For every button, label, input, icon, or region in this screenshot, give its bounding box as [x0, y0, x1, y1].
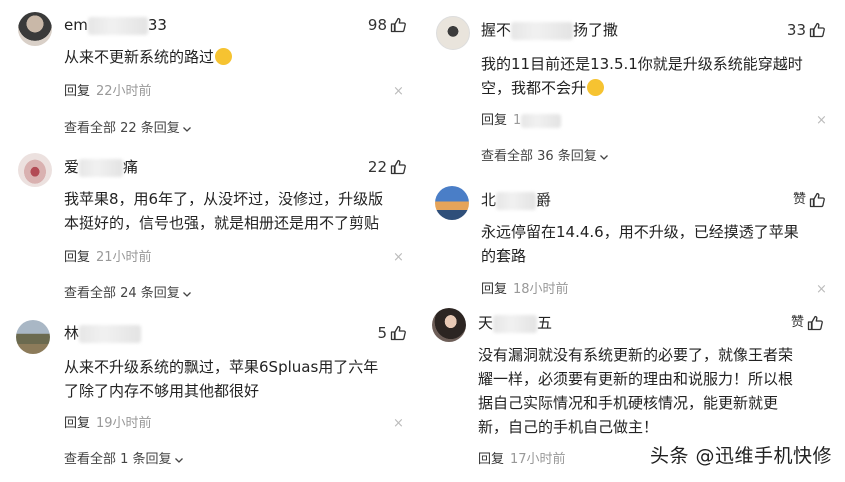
close-icon[interactable]: ×: [393, 249, 404, 267]
close-icon[interactable]: ×: [816, 112, 827, 130]
like-label: 赞: [790, 315, 804, 330]
timestamp: 22小时前: [96, 84, 152, 99]
blurred-name: [496, 191, 537, 210]
chevron-down-icon: [182, 292, 191, 297]
like-button[interactable]: 98: [368, 15, 406, 35]
comment-meta: 回复 1: [481, 112, 562, 130]
chevron-down-icon: [599, 155, 608, 160]
chevron-down-icon: [182, 127, 191, 132]
toutiao-watermark: 头条 @迅维手机快修: [649, 445, 832, 467]
comment-meta: 回复 17小时前: [478, 451, 566, 469]
laughing-emoji-icon: [215, 48, 233, 65]
like-button[interactable]: 赞: [793, 190, 825, 210]
commenter-name[interactable]: em 33: [64, 15, 167, 35]
view-all-replies-link[interactable]: 查看全部 22 条回复: [64, 120, 192, 138]
thumbs-up-icon: [807, 315, 823, 331]
close-icon[interactable]: ×: [393, 415, 404, 433]
comment-meta: 回复 22小时前: [64, 83, 152, 101]
avatar[interactable]: [18, 12, 52, 46]
thumbs-up-icon: [390, 159, 406, 175]
commenter-name[interactable]: 北爵: [481, 190, 551, 210]
like-button[interactable]: 22: [368, 157, 406, 177]
like-count: 98: [367, 16, 387, 34]
like-label: 赞: [792, 192, 806, 207]
like-count: 5: [377, 324, 387, 342]
view-all-replies-link[interactable]: 查看全部 36 条回复: [481, 148, 609, 166]
close-icon[interactable]: ×: [393, 83, 404, 101]
avatar[interactable]: [16, 320, 50, 354]
like-count: 33: [786, 21, 806, 39]
reply-button[interactable]: 回复: [64, 415, 90, 433]
comment-text: 没有漏洞就没有系统更新的必要了，就像王者荣 耀一样，必须要有更新的理由和说服力！…: [478, 346, 794, 436]
thumbs-up-icon: [390, 17, 406, 33]
commenter-name[interactable]: 握不 扬了撒: [481, 20, 618, 40]
chevron-down-icon: [174, 458, 183, 463]
avatar[interactable]: [436, 16, 470, 50]
avatar[interactable]: [435, 186, 469, 220]
comment-meta: 回复 18小时前: [481, 281, 569, 299]
like-button[interactable]: 33: [787, 20, 825, 40]
thinking-emoji-icon: [587, 79, 605, 96]
reply-button[interactable]: 回复: [64, 83, 90, 101]
close-icon[interactable]: ×: [816, 281, 827, 299]
commenter-name[interactable]: 天五: [478, 313, 552, 333]
blurred-name: [511, 21, 574, 40]
reply-button[interactable]: 回复: [64, 249, 90, 267]
like-count: 22: [367, 158, 387, 176]
reply-button[interactable]: 回复: [481, 112, 507, 130]
blurred-name: [79, 324, 142, 343]
thumbs-up-icon: [390, 325, 406, 341]
thumbs-up-icon: [809, 192, 825, 208]
like-button[interactable]: 赞: [791, 313, 823, 333]
timestamp: 18小时前: [513, 282, 569, 297]
timestamp: 19小时前: [96, 416, 152, 431]
comment-text: 从来不升级系统的飘过，苹果6Spluas用了六年 了除了内存不够用其他都很好: [64, 358, 379, 400]
comment-meta: 回复 21小时前: [64, 249, 152, 267]
blurred-name: [79, 158, 124, 177]
avatar[interactable]: [18, 153, 52, 187]
timestamp: 17小时前: [510, 452, 566, 467]
avatar[interactable]: [432, 308, 466, 342]
timestamp: 21小时前: [96, 250, 152, 265]
view-all-replies-link[interactable]: 查看全部 1 条回复: [64, 451, 184, 469]
reply-button[interactable]: 回复: [481, 281, 507, 299]
blurred-timestamp: [521, 114, 562, 128]
timestamp: 1: [513, 113, 522, 128]
commenter-name[interactable]: 林: [64, 323, 142, 343]
comment-text: 我的11目前还是13.5.1你就是升级系统能穿越时 空，我都不会升: [481, 55, 803, 97]
comment-meta: 回复 19小时前: [64, 415, 152, 433]
comment-text: 从来不更新系统的路过: [64, 45, 404, 69]
commenter-name[interactable]: 爱痛: [64, 157, 138, 177]
comment-text: 我苹果8，用6年了，从没坏过，没修过，升级版 本挺好的，信号也强，就是相册还是用…: [64, 190, 384, 232]
reply-button[interactable]: 回复: [478, 451, 504, 469]
view-all-replies-link[interactable]: 查看全部 24 条回复: [64, 285, 192, 303]
thumbs-up-icon: [809, 22, 825, 38]
comment-text: 永远停留在14.4.6，用不升级，已经摸透了苹果 的套路: [481, 223, 799, 265]
blurred-name: [493, 314, 538, 333]
like-button[interactable]: 5: [377, 323, 406, 343]
blurred-name: [87, 16, 148, 35]
